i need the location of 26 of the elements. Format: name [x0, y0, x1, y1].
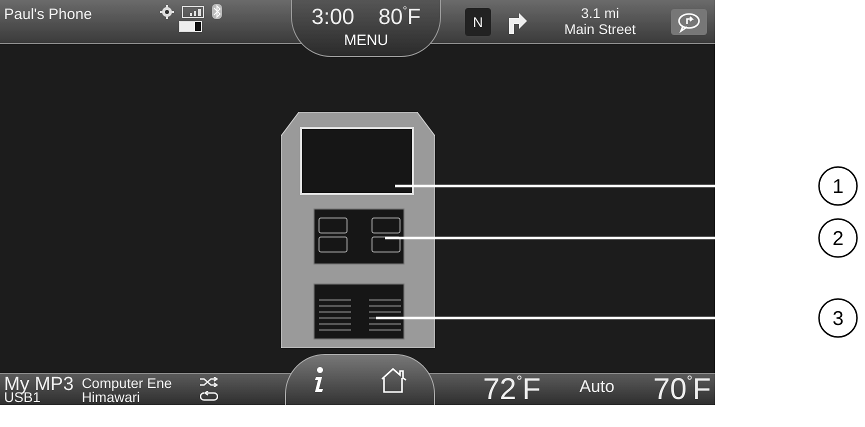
callout-number: 1 [832, 176, 844, 198]
signal-icon [182, 6, 204, 18]
gear-icon [160, 4, 174, 18]
street-name: Main Street [564, 22, 636, 37]
phone-name: Paul's Phone [4, 5, 93, 25]
repeat-icon[interactable] [200, 391, 218, 402]
turn-distance: 3.1 mi [580, 6, 620, 22]
info-icon[interactable] [313, 367, 325, 393]
home-icon[interactable] [379, 367, 407, 393]
shuffle-icon[interactable] [200, 377, 218, 387]
menu-button[interactable]: MENU [344, 33, 388, 48]
driver-temperature[interactable]: 72$^{°}$F [483, 375, 541, 405]
climate-mode[interactable]: Auto [580, 374, 614, 399]
track-title: Himawari [82, 390, 140, 404]
callout-number: 3 [832, 308, 844, 330]
callout-number: 2 [832, 228, 844, 250]
passenger-temperature[interactable]: 70$^{°}$F [653, 375, 711, 405]
bluetooth-icon [212, 4, 222, 19]
speech-bubble-icon[interactable] [671, 8, 707, 34]
clock-time: 3:00 [311, 3, 354, 31]
outside-temperature: 80$^{°}$F [378, 3, 421, 31]
battery-icon [179, 21, 203, 32]
callout-circle [818, 218, 858, 258]
artist-name: Computer Ene [82, 376, 173, 390]
callout-circle [818, 298, 858, 338]
callout-circle [818, 166, 858, 206]
